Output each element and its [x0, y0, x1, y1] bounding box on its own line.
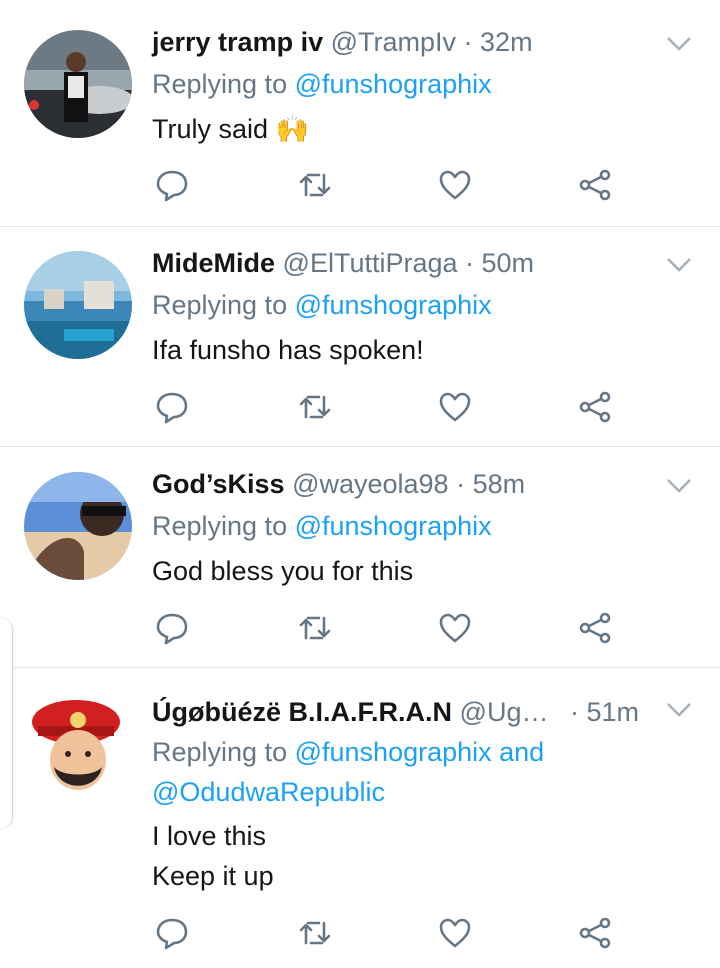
replying-to: Replying to @funshographix and @OdudwaRe… [152, 732, 544, 812]
divider [0, 226, 720, 227]
tweet-header: God’sKiss @wayeola98 · 58m [152, 464, 525, 504]
like-icon[interactable] [438, 168, 472, 202]
reply-mention-link-2[interactable]: @OdudwaRepublic [152, 777, 385, 807]
reply-icon[interactable] [155, 168, 189, 202]
like-icon[interactable] [438, 916, 472, 950]
display-name[interactable]: MideMide [152, 248, 275, 278]
avatar[interactable] [24, 692, 132, 800]
like-icon[interactable] [438, 611, 472, 645]
handle[interactable]: @wayeola98 [292, 469, 449, 499]
timestamp[interactable]: · 32m [464, 27, 533, 57]
reply-icon[interactable] [155, 916, 189, 950]
replying-prefix: Replying to [152, 737, 288, 767]
tweet-header: MideMide @ElTuttiPraga · 50m [152, 243, 534, 283]
display-name[interactable]: God’sKiss [152, 469, 285, 499]
retweet-icon[interactable] [298, 168, 332, 202]
chevron-down-icon[interactable] [664, 694, 694, 724]
avatar[interactable] [24, 251, 132, 359]
replying-to: Replying to @funshographix [152, 506, 492, 546]
reply-icon[interactable] [155, 611, 189, 645]
handle[interactable]: @TrampIv [331, 27, 456, 57]
divider [0, 667, 720, 668]
tweet-text: God bless you for this [152, 556, 414, 586]
replying-prefix: Replying to [152, 290, 288, 320]
tweet-text: Truly said 🙌 [152, 114, 310, 144]
avatar[interactable] [24, 30, 132, 138]
share-icon[interactable] [578, 611, 612, 645]
chevron-down-icon[interactable] [664, 28, 694, 58]
share-icon[interactable] [578, 168, 612, 202]
replying-to: Replying to @funshographix [152, 285, 492, 325]
drawer-edge-handle[interactable] [0, 618, 13, 828]
display-name[interactable]: Úgøbüézë B.I.A.F.R.A.N [152, 697, 452, 727]
retweet-icon[interactable] [298, 611, 332, 645]
retweet-icon[interactable] [298, 916, 332, 950]
avatar[interactable] [24, 472, 132, 580]
chevron-down-icon[interactable] [664, 249, 694, 279]
display-name[interactable]: jerry tramp iv [152, 27, 323, 57]
timestamp[interactable]: · 50m [465, 248, 534, 278]
retweet-icon[interactable] [298, 390, 332, 424]
divider [0, 446, 720, 447]
reply-mention-link[interactable]: @funshographix [295, 69, 492, 99]
reply-mention-link[interactable]: @funshographix [295, 511, 492, 541]
reply-icon[interactable] [155, 390, 189, 424]
replying-prefix: Replying to [152, 69, 288, 99]
tweet-text: Ifa funsho has spoken! [152, 335, 424, 365]
share-icon[interactable] [578, 916, 612, 950]
tweet-header: Úgøbüézë B.I.A.F.R.A.N @Ug… · 51m [152, 692, 639, 732]
replying-to: Replying to @funshographix [152, 64, 492, 104]
tweet-text: I love this Keep it up [152, 821, 274, 891]
handle[interactable]: @Ug… [460, 697, 549, 727]
handle[interactable]: @ElTuttiPraga [283, 248, 458, 278]
timestamp[interactable]: · 58m [456, 469, 525, 499]
timestamp[interactable]: · 51m [570, 697, 639, 727]
reply-mention-link[interactable]: @funshographix and [295, 737, 545, 767]
chevron-down-icon[interactable] [664, 470, 694, 500]
tweet-header: jerry tramp iv @TrampIv · 32m [152, 22, 533, 62]
share-icon[interactable] [578, 390, 612, 424]
replying-prefix: Replying to [152, 511, 288, 541]
like-icon[interactable] [438, 390, 472, 424]
reply-mention-link[interactable]: @funshographix [295, 290, 492, 320]
